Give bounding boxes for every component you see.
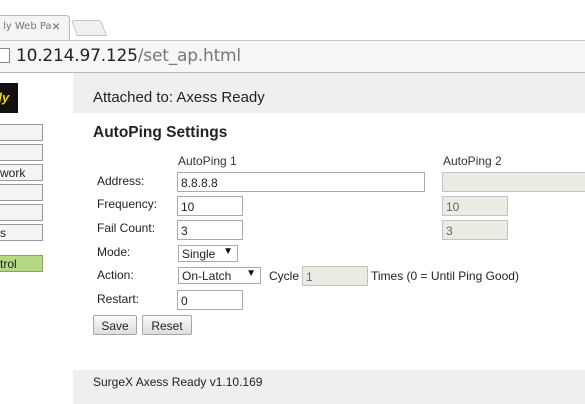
logo-text: dy — [0, 90, 10, 105]
version-text: SurgeX Axess Ready v1.10.169 — [93, 375, 263, 389]
page-title: AutoPing Settings — [93, 124, 228, 141]
sidebar: dy work s trol — [0, 73, 73, 404]
mode-label: Mode: — [97, 245, 131, 259]
mode-value: Single — [182, 247, 216, 261]
browser-tabstrip: ly Web Pa × — [0, 0, 585, 40]
tab-title: ly Web Pa — [3, 21, 52, 32]
reset-button[interactable]: Reset — [142, 315, 192, 335]
autoping2-header: AutoPing 2 — [443, 154, 502, 168]
url-host: 10.214.97.125 — [16, 46, 138, 66]
cycle-label: Cycle — [269, 269, 300, 283]
times-hint: Times (0 = Until Ping Good) — [371, 269, 519, 283]
sidebar-item-5[interactable] — [0, 204, 43, 221]
frequency-label: Frequency: — [97, 197, 158, 211]
ap1-fail-count-input[interactable]: 3 — [177, 220, 243, 240]
attached-device-label: Attached to: Axess Ready — [93, 89, 265, 106]
save-button[interactable]: Save — [93, 315, 137, 335]
autoping1-header: AutoPing 1 — [178, 154, 237, 168]
mode-select[interactable]: Single ▼ — [178, 245, 238, 262]
ap1-frequency-input[interactable]: 10 — [177, 196, 243, 216]
autoping-settings-panel: AutoPing Settings AutoPing 1 AutoPing 2 … — [73, 113, 585, 370]
sidebar-item-4[interactable] — [0, 184, 43, 201]
sidebar-item-network[interactable]: work — [0, 164, 43, 181]
cycle-input: 1 — [302, 266, 368, 286]
restart-label: Restart: — [97, 292, 140, 306]
ap2-frequency-input: 10 — [442, 196, 508, 216]
header-band: Attached to: Axess Ready — [73, 73, 585, 113]
chevron-down-icon: ▼ — [246, 268, 256, 279]
ap1-address-input[interactable]: 8.8.8.8 — [177, 172, 425, 192]
action-select[interactable]: On-Latch ▼ — [178, 267, 261, 284]
sidebar-item-1[interactable] — [0, 124, 43, 141]
sidebar-item-6[interactable]: s — [0, 224, 43, 241]
logo: dy — [0, 83, 18, 113]
address-bar[interactable]: 10.214.97.125/set_ap.html — [0, 40, 585, 73]
action-value: On-Latch — [182, 269, 232, 283]
restart-input[interactable]: 0 — [177, 290, 243, 310]
ap2-fail-count-input: 3 — [442, 220, 508, 240]
chevron-down-icon: ▼ — [223, 246, 233, 257]
page-icon — [0, 48, 10, 63]
ap2-address-input — [442, 172, 585, 192]
tab-close-icon[interactable]: × — [52, 19, 60, 33]
sidebar-item-2[interactable] — [0, 144, 43, 161]
web-page: dy work s trol Attached to: Axess Ready … — [0, 73, 585, 404]
url-path: /set_ap.html — [137, 46, 241, 66]
url-field[interactable]: 10.214.97.125/set_ap.html — [16, 46, 241, 66]
fail-count-label: Fail Count: — [97, 221, 156, 235]
address-label: Address: — [97, 174, 145, 188]
action-label: Action: — [97, 268, 134, 282]
browser-tab[interactable]: ly Web Pa × — [0, 15, 70, 40]
footer-band: SurgeX Axess Ready v1.10.169 — [73, 370, 585, 404]
sidebar-item-control[interactable]: trol — [0, 255, 43, 272]
new-tab-button[interactable] — [71, 20, 107, 36]
